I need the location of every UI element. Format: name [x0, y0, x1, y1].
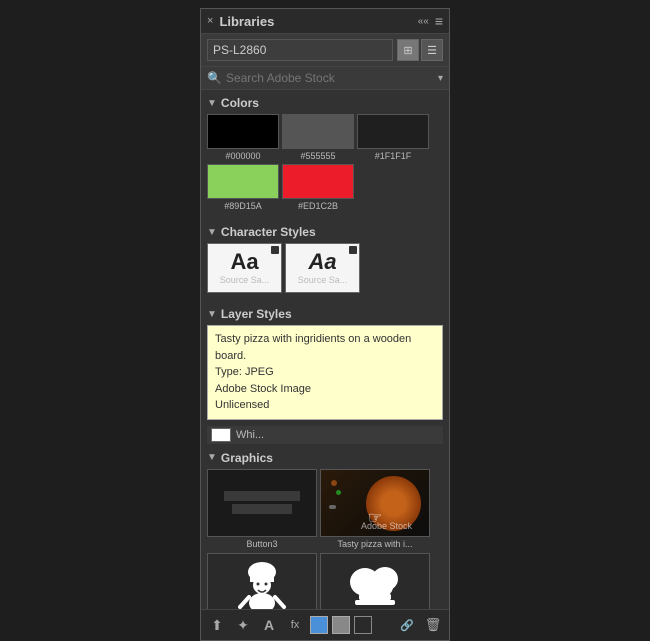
color-label-black: #000000: [225, 151, 260, 161]
search-bar: 🔍 ▾: [201, 67, 449, 90]
library-dropdown[interactable]: PS-L2860: [207, 39, 393, 61]
title-bar-left: × Libraries: [207, 14, 274, 29]
close-icon[interactable]: ×: [207, 15, 213, 27]
color-swatch-green: [207, 164, 279, 199]
graphic-item-button3[interactable]: Button3: [207, 469, 317, 549]
char-style-label-2: Source Sa...: [298, 275, 348, 285]
grid-view-button[interactable]: ⊞: [397, 39, 419, 61]
title-bar-right: «« ≡: [418, 13, 443, 29]
libraries-panel: × Libraries «« ≡ PS-L2860 ⊞ ☰ 🔍 ▾ ▼ Colo…: [200, 8, 450, 641]
char-style-corner-2: [349, 246, 357, 254]
colors-section-header[interactable]: ▼ Colors: [207, 90, 443, 114]
hat-svg: [335, 557, 415, 617]
panel-title: Libraries: [219, 14, 274, 29]
tooltip-source: Adobe Stock Image: [215, 381, 435, 398]
cursor-hand: ☞: [368, 508, 382, 528]
color-gray-button[interactable]: [332, 616, 350, 634]
fx-button[interactable]: fx: [284, 614, 306, 636]
color-label-red: #ED1C2B: [298, 201, 338, 211]
white-layer-row[interactable]: Whi...: [207, 426, 443, 444]
trash-button[interactable]: 🗑: [422, 614, 444, 636]
color-item-red[interactable]: #ED1C2B: [282, 164, 354, 211]
graphics-section-header[interactable]: ▼ Graphics: [207, 447, 443, 469]
char-style-letter-2: Aa: [308, 251, 336, 273]
color-label-green: #89D15A: [224, 201, 262, 211]
colors-grid: #000000 #555555 #1F1F1F #89D15A #ED1C2B: [207, 114, 443, 211]
ingredient-3: [329, 505, 336, 509]
bottom-toolbar: ⬆ ✦ A fx 🔗 🗑: [201, 609, 449, 640]
color-blue-button[interactable]: [310, 616, 328, 634]
text-button[interactable]: A: [258, 614, 280, 636]
color-item-green[interactable]: #89D15A: [207, 164, 279, 211]
graphic-label-pizza: Tasty pizza with i...: [320, 539, 430, 549]
color-swatch-gray: [282, 114, 354, 149]
char-style-letter-1: Aa: [230, 251, 258, 273]
graphic-item-pizza[interactable]: Adobe Stock ☞ Tasty pizza with i...: [320, 469, 430, 549]
char-style-item-2[interactable]: Aa Source Sa...: [285, 243, 360, 293]
color-swatch-darkgray: [357, 114, 429, 149]
char-styles-arrow: ▼: [207, 227, 217, 238]
menu-icon[interactable]: ≡: [435, 13, 443, 29]
color-item-gray[interactable]: #555555: [282, 114, 354, 161]
pizza-thumb: Adobe Stock ☞: [320, 469, 430, 537]
graphics-arrow: ▼: [207, 452, 217, 463]
color-swatch-black: [207, 114, 279, 149]
graphics-title: Graphics: [221, 451, 273, 465]
color-label-darkgray: #1F1F1F: [375, 151, 412, 161]
char-style-corner-1: [271, 246, 279, 254]
tooltip-box: Tasty pizza with ingridients on a wooden…: [207, 325, 443, 420]
layer-styles-section-header[interactable]: ▼ Layer Styles: [207, 301, 443, 325]
search-icon: 🔍: [207, 71, 222, 85]
ingredient-2: [336, 490, 341, 495]
char-style-item-1[interactable]: Aa Source Sa...: [207, 243, 282, 293]
color-swatch-red: [282, 164, 354, 199]
list-view-button[interactable]: ☰: [421, 39, 443, 61]
btn3-bar-1: [224, 491, 300, 501]
dropdown-bar: PS-L2860 ⊞ ☰: [201, 34, 449, 67]
layer-styles-arrow: ▼: [207, 309, 217, 320]
graphics-grid: Button3 Adobe Stock ☞ Tasty pizza with i…: [207, 469, 443, 549]
search-dropdown-arrow[interactable]: ▾: [438, 73, 443, 84]
char-styles-section-header[interactable]: ▼ Character Styles: [207, 219, 443, 243]
color-label-gray: #555555: [300, 151, 335, 161]
tooltip-type: Type: JPEG: [215, 364, 435, 381]
char-styles-grid: Aa Source Sa... Aa Source Sa...: [207, 243, 443, 293]
graphic-label-button3: Button3: [207, 539, 317, 549]
btn3-bar-2: [232, 504, 291, 514]
title-bar: × Libraries «« ≡: [201, 9, 449, 34]
chef-svg: [222, 557, 302, 617]
collapse-icon[interactable]: ««: [418, 16, 429, 27]
color-dark-button[interactable]: [354, 616, 372, 634]
link-button[interactable]: 🔗: [396, 614, 418, 636]
char-style-label-1: Source Sa...: [220, 275, 270, 285]
panel-content: ▼ Colors #000000 #555555 #1F1F1F #89D15A: [201, 90, 449, 640]
view-toggle: ⊞ ☰: [397, 39, 443, 61]
ingredient-1: [331, 480, 337, 486]
color-item-black[interactable]: #000000: [207, 114, 279, 161]
tooltip-license: Unlicensed: [215, 397, 435, 414]
upload-button[interactable]: ⬆: [206, 614, 228, 636]
layer-styles-title: Layer Styles: [221, 307, 292, 321]
tooltip-title: Tasty pizza with ingridients on a wooden…: [215, 331, 435, 364]
char-styles-title: Character Styles: [221, 225, 316, 239]
white-layer-thumb: [211, 428, 231, 442]
colors-title: Colors: [221, 96, 259, 110]
white-layer-label: Whi...: [236, 429, 264, 441]
brush-button[interactable]: ✦: [232, 614, 254, 636]
colors-arrow: ▼: [207, 98, 217, 109]
search-input[interactable]: [226, 71, 434, 85]
color-item-darkgray[interactable]: #1F1F1F: [357, 114, 429, 161]
button3-thumb: [207, 469, 317, 537]
